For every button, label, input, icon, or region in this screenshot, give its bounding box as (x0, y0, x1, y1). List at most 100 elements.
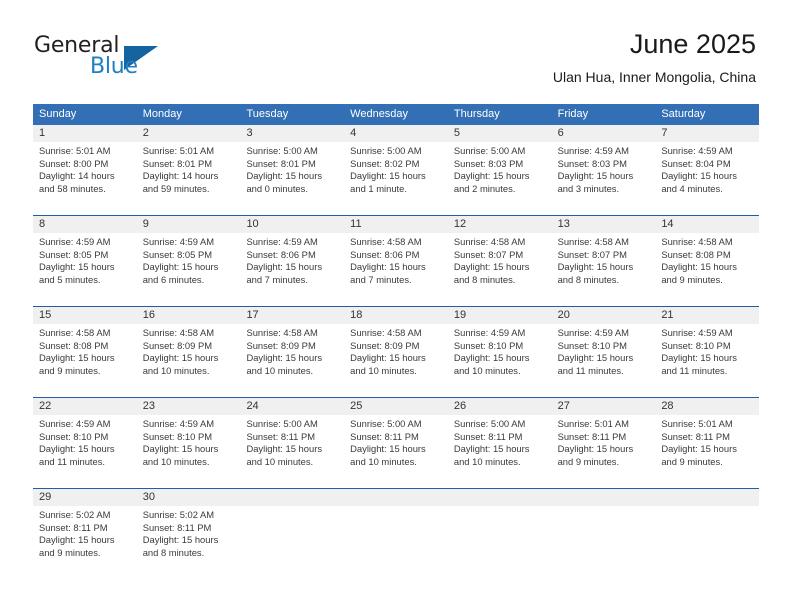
day-number[interactable]: 28 (655, 398, 759, 415)
daylight-text: Daylight: 15 hours and 4 minutes. (661, 170, 737, 194)
day-cell[interactable]: Sunrise: 4:59 AM Sunset: 8:10 PM Daylight:… (137, 415, 241, 488)
day-cell[interactable]: Sunrise: 5:00 AM Sunset: 8:11 PM Daylight:… (448, 415, 552, 488)
day-number[interactable]: 25 (344, 398, 448, 415)
day-number[interactable]: 11 (344, 216, 448, 233)
day-number[interactable]: 12 (448, 216, 552, 233)
day-number[interactable]: 24 (240, 398, 344, 415)
day-cell[interactable]: Sunrise: 5:01 AM Sunset: 8:01 PM Daylight:… (137, 142, 241, 215)
day-number[interactable]: 14 (655, 216, 759, 233)
week-daynumber-strip: 15 16 17 18 19 20 21 (33, 307, 759, 324)
daylight-text: Daylight: 15 hours and 5 minutes. (39, 261, 115, 285)
day-number[interactable]: 1 (33, 125, 137, 142)
day-number[interactable]: 27 (552, 398, 656, 415)
day-cell[interactable]: Sunrise: 5:00 AM Sunset: 8:02 PM Daylight:… (344, 142, 448, 215)
page-header: General Blue June 2025 Ulan Hua, Inner M… (0, 0, 792, 100)
day-number[interactable]: 21 (655, 307, 759, 324)
day-number[interactable]: 29 (33, 489, 137, 506)
day-cell[interactable]: Sunrise: 4:58 AM Sunset: 8:08 PM Daylight:… (655, 233, 759, 306)
day-cell[interactable]: Sunrise: 5:01 AM Sunset: 8:11 PM Daylight:… (552, 415, 656, 488)
day-cell[interactable]: Sunrise: 5:00 AM Sunset: 8:03 PM Daylight:… (448, 142, 552, 215)
day-cell-empty (655, 506, 759, 579)
sunrise-text: Sunrise: 5:01 AM (142, 145, 215, 156)
day-cell[interactable]: Sunrise: 5:00 AM Sunset: 8:11 PM Daylight:… (240, 415, 344, 488)
day-cell[interactable]: Sunrise: 4:59 AM Sunset: 8:05 PM Daylight:… (33, 233, 137, 306)
day-cell[interactable]: Sunrise: 4:59 AM Sunset: 8:10 PM Daylight:… (552, 324, 656, 397)
week-row: 15 16 17 18 19 20 21 Sunrise: 4:58 AM Sunset: 8:… (33, 306, 759, 397)
day-cell[interactable]: Sunrise: 4:59 AM Sunset: 8:10 PM Daylight:… (655, 324, 759, 397)
day-number[interactable]: 6 (552, 125, 656, 142)
day-cell[interactable]: Sunrise: 5:00 AM Sunset: 8:11 PM Daylight:… (344, 415, 448, 488)
day-cell[interactable]: Sunrise: 4:58 AM Sunset: 8:07 PM Daylight:… (552, 233, 656, 306)
day-cell[interactable]: Sunrise: 5:01 AM Sunset: 8:00 PM Daylight:… (33, 142, 137, 215)
day-cell[interactable]: Sunrise: 5:01 AM Sunset: 8:11 PM Daylight:… (655, 415, 759, 488)
sunset-text: Sunset: 8:05 PM (142, 248, 213, 260)
sunrise-text: Sunrise: 4:58 AM (142, 327, 215, 338)
day-number[interactable]: 8 (33, 216, 137, 233)
week-detail-strip: Sunrise: 4:59 AM Sunset: 8:05 PM Daylight:… (33, 233, 759, 306)
daylight-text: Daylight: 15 hours and 11 minutes. (661, 352, 737, 376)
sunrise-text: Sunrise: 5:00 AM (453, 145, 526, 156)
day-number[interactable]: 22 (33, 398, 137, 415)
day-cell[interactable]: Sunrise: 4:59 AM Sunset: 8:05 PM Daylight:… (137, 233, 241, 306)
day-number[interactable]: 15 (33, 307, 137, 324)
day-number[interactable]: 5 (448, 125, 552, 142)
day-number[interactable]: 18 (344, 307, 448, 324)
calendar-body: 1 2 3 4 5 6 7 Sunrise: 5:01 AM Sunset: 8:00 PM Da… (33, 125, 759, 579)
sunrise-text: Sunrise: 5:01 AM (661, 418, 733, 429)
sunrise-text: Sunrise: 5:00 AM (246, 418, 318, 429)
day-number[interactable]: 4 (344, 125, 448, 142)
weekday-header-wednesday: Wednesday (350, 108, 409, 120)
day-number[interactable]: 30 (137, 489, 241, 506)
day-number[interactable]: 7 (655, 125, 759, 142)
day-cell[interactable]: Sunrise: 4:58 AM Sunset: 8:06 PM Daylight:… (344, 233, 448, 306)
week-daynumber-strip: 29 30 (33, 489, 759, 506)
daylight-text: Daylight: 14 hours and 58 minutes. (39, 170, 115, 194)
sunrise-text: Sunrise: 4:58 AM (453, 236, 526, 247)
day-cell[interactable]: Sunrise: 4:59 AM Sunset: 8:03 PM Daylight:… (552, 142, 656, 215)
day-cell[interactable]: Sunrise: 5:00 AM Sunset: 8:01 PM Daylight:… (240, 142, 344, 215)
daylight-text: Daylight: 15 hours and 10 minutes. (350, 352, 426, 376)
week-row: 29 30 Sunrise: 5:02 AM Sunset: 8:11 PM Dayli… (33, 488, 759, 579)
sunrise-text: Sunrise: 4:59 AM (557, 145, 629, 156)
location-subtitle: Ulan Hua, Inner Mongolia, China (552, 69, 756, 85)
day-number[interactable]: 16 (137, 307, 241, 324)
day-cell[interactable]: Sunrise: 4:59 AM Sunset: 8:06 PM Daylight:… (240, 233, 344, 306)
sunrise-text: Sunrise: 5:00 AM (246, 145, 318, 156)
day-number[interactable]: 20 (552, 307, 656, 324)
day-cell[interactable]: Sunrise: 4:58 AM Sunset: 8:09 PM Daylight:… (240, 324, 344, 397)
daylight-text: Daylight: 15 hours and 9 minutes. (39, 534, 115, 558)
day-number[interactable]: 23 (137, 398, 241, 415)
day-cell[interactable]: Sunrise: 4:59 AM Sunset: 8:10 PM Daylight:… (448, 324, 552, 397)
day-number[interactable]: 13 (552, 216, 656, 233)
day-number[interactable]: 10 (240, 216, 344, 233)
day-number[interactable]: 3 (240, 125, 344, 142)
day-cell[interactable]: Sunrise: 4:59 AM Sunset: 8:10 PM Daylight:… (33, 415, 137, 488)
daylight-text: Daylight: 15 hours and 10 minutes. (142, 352, 219, 376)
day-cell[interactable]: Sunrise: 5:02 AM Sunset: 8:11 PM Daylight:… (33, 506, 137, 579)
sunset-text: Sunset: 8:06 PM (350, 248, 420, 260)
sunset-text: Sunset: 8:02 PM (350, 157, 420, 169)
sunset-text: Sunset: 8:07 PM (453, 248, 524, 260)
daylight-text: Daylight: 15 hours and 6 minutes. (142, 261, 219, 285)
day-cell[interactable]: Sunrise: 4:58 AM Sunset: 8:09 PM Daylight:… (137, 324, 241, 397)
daylight-text: Daylight: 15 hours and 9 minutes. (557, 443, 634, 467)
day-number[interactable]: 19 (448, 307, 552, 324)
weekday-header-thursday: Thursday (453, 108, 500, 120)
day-number[interactable]: 9 (137, 216, 241, 233)
sunset-text: Sunset: 8:09 PM (350, 339, 420, 351)
sunrise-text: Sunrise: 4:59 AM (142, 418, 215, 429)
sunset-text: Sunset: 8:09 PM (246, 339, 316, 351)
sunrise-text: Sunrise: 4:58 AM (39, 327, 111, 338)
day-cell[interactable]: Sunrise: 4:58 AM Sunset: 8:09 PM Daylight:… (344, 324, 448, 397)
title-block: June 2025 Ulan Hua, Inner Mongolia, Chin… (553, 28, 756, 86)
day-number[interactable]: 17 (240, 307, 344, 324)
week-detail-strip: Sunrise: 4:59 AM Sunset: 8:10 PM Daylight:… (33, 415, 759, 488)
sunset-text: Sunset: 8:06 PM (246, 248, 316, 260)
day-cell[interactable]: Sunrise: 5:02 AM Sunset: 8:11 PM Daylight:… (137, 506, 241, 579)
day-cell[interactable]: Sunrise: 4:58 AM Sunset: 8:07 PM Daylight:… (448, 233, 552, 306)
week-detail-strip: Sunrise: 4:58 AM Sunset: 8:08 PM Daylight:… (33, 324, 759, 397)
day-number[interactable]: 26 (448, 398, 552, 415)
day-cell[interactable]: Sunrise: 4:59 AM Sunset: 8:04 PM Daylight:… (655, 142, 759, 215)
day-cell[interactable]: Sunrise: 4:58 AM Sunset: 8:08 PM Daylight:… (33, 324, 137, 397)
day-number[interactable]: 2 (137, 125, 241, 142)
